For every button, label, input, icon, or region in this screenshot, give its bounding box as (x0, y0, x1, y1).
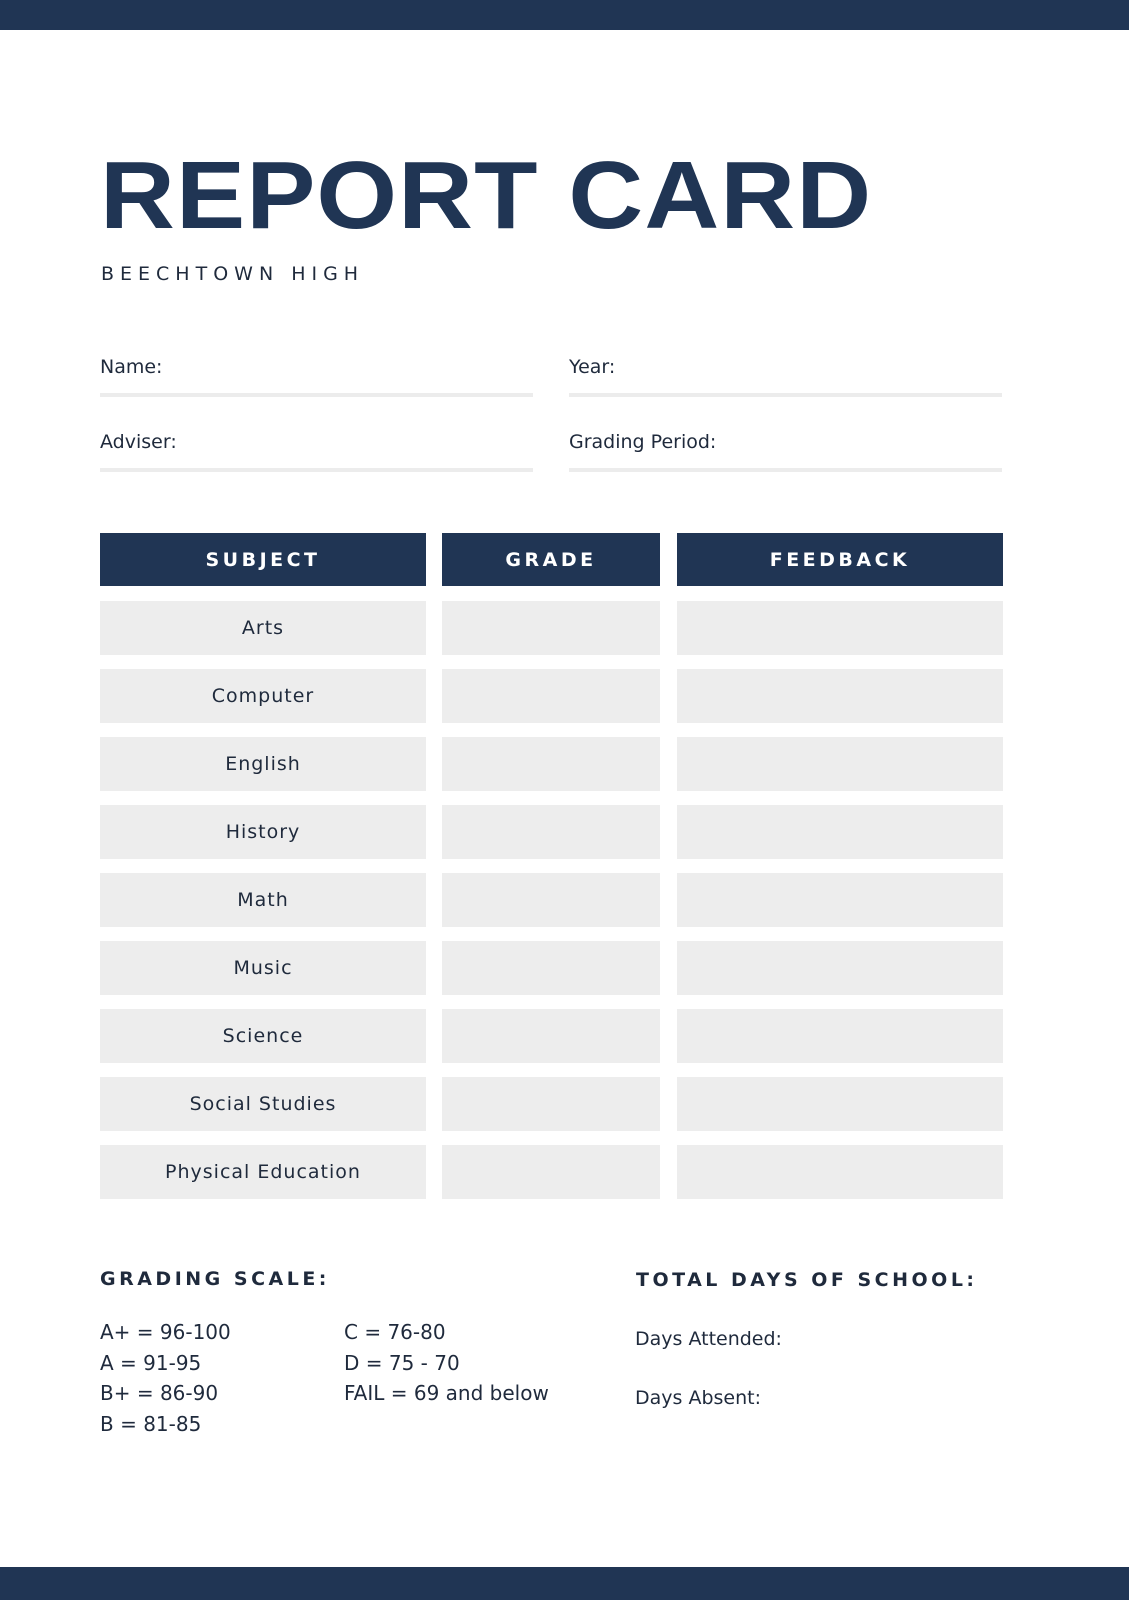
year-input-line[interactable] (569, 393, 1002, 397)
subject-cell: English (100, 737, 426, 791)
grading-scale-item: B+ = 86-90 (100, 1381, 219, 1405)
grading-scale-heading: GRADING SCALE: (100, 1268, 330, 1290)
feedback-cell[interactable] (677, 737, 1003, 791)
subject-cell: Physical Education (100, 1145, 426, 1199)
grading-scale-item: D = 75 - 70 (344, 1350, 460, 1375)
header-feedback: FEEDBACK (677, 533, 1003, 586)
grade-cell[interactable] (442, 1077, 660, 1131)
subject-cell: Computer (100, 669, 426, 723)
grading-scale-item: A = 91-95 (100, 1350, 202, 1375)
header-subject: SUBJECT (100, 533, 426, 586)
grading-period-label: Grading Period: (569, 431, 717, 453)
subject-cell: Social Studies (100, 1077, 426, 1131)
attendance-heading: TOTAL DAYS OF SCHOOL: (636, 1269, 978, 1291)
grade-cell[interactable] (442, 805, 660, 859)
subject-cell: History (100, 805, 426, 859)
feedback-cell[interactable] (677, 941, 1003, 995)
subject-cell: Music (100, 941, 426, 995)
name-input-line[interactable] (100, 393, 533, 397)
feedback-cell[interactable] (677, 805, 1003, 859)
grading-scale-item: A+ = 96-100 (100, 1320, 231, 1344)
days-absent-label: Days Absent: (635, 1387, 761, 1409)
grade-cell[interactable] (442, 601, 660, 655)
grade-cell[interactable] (442, 737, 660, 791)
subject-cell: Math (100, 873, 426, 927)
feedback-cell[interactable] (677, 873, 1003, 927)
feedback-cell[interactable] (677, 1077, 1003, 1131)
feedback-cell[interactable] (677, 669, 1003, 723)
feedback-cell[interactable] (677, 601, 1003, 655)
grading-scale-item: B = 81-85 (100, 1411, 202, 1436)
feedback-cell[interactable] (677, 1009, 1003, 1063)
grade-cell[interactable] (442, 1009, 660, 1063)
year-label: Year: (569, 356, 616, 378)
feedback-cell[interactable] (677, 1145, 1003, 1199)
header-grade: GRADE (442, 533, 660, 586)
school-name: BEECHTOWN HIGH (101, 263, 365, 285)
grade-cell[interactable] (442, 669, 660, 723)
grade-cell[interactable] (442, 941, 660, 995)
name-label: Name: (100, 356, 163, 378)
subject-cell: Arts (100, 601, 426, 655)
grading-scale-item: FAIL = 69 and below (344, 1381, 549, 1405)
days-attended-label: Days Attended: (635, 1328, 782, 1350)
page-title: REPORT CARD (100, 142, 873, 249)
top-banner (0, 0, 1129, 30)
bottom-banner (0, 1567, 1129, 1600)
adviser-input-line[interactable] (100, 468, 533, 472)
grading-scale-item: C = 76-80 (344, 1320, 446, 1344)
grading-period-input-line[interactable] (569, 468, 1002, 472)
grade-cell[interactable] (442, 873, 660, 927)
grade-cell[interactable] (442, 1145, 660, 1199)
adviser-label: Adviser: (100, 431, 177, 453)
subject-cell: Science (100, 1009, 426, 1063)
